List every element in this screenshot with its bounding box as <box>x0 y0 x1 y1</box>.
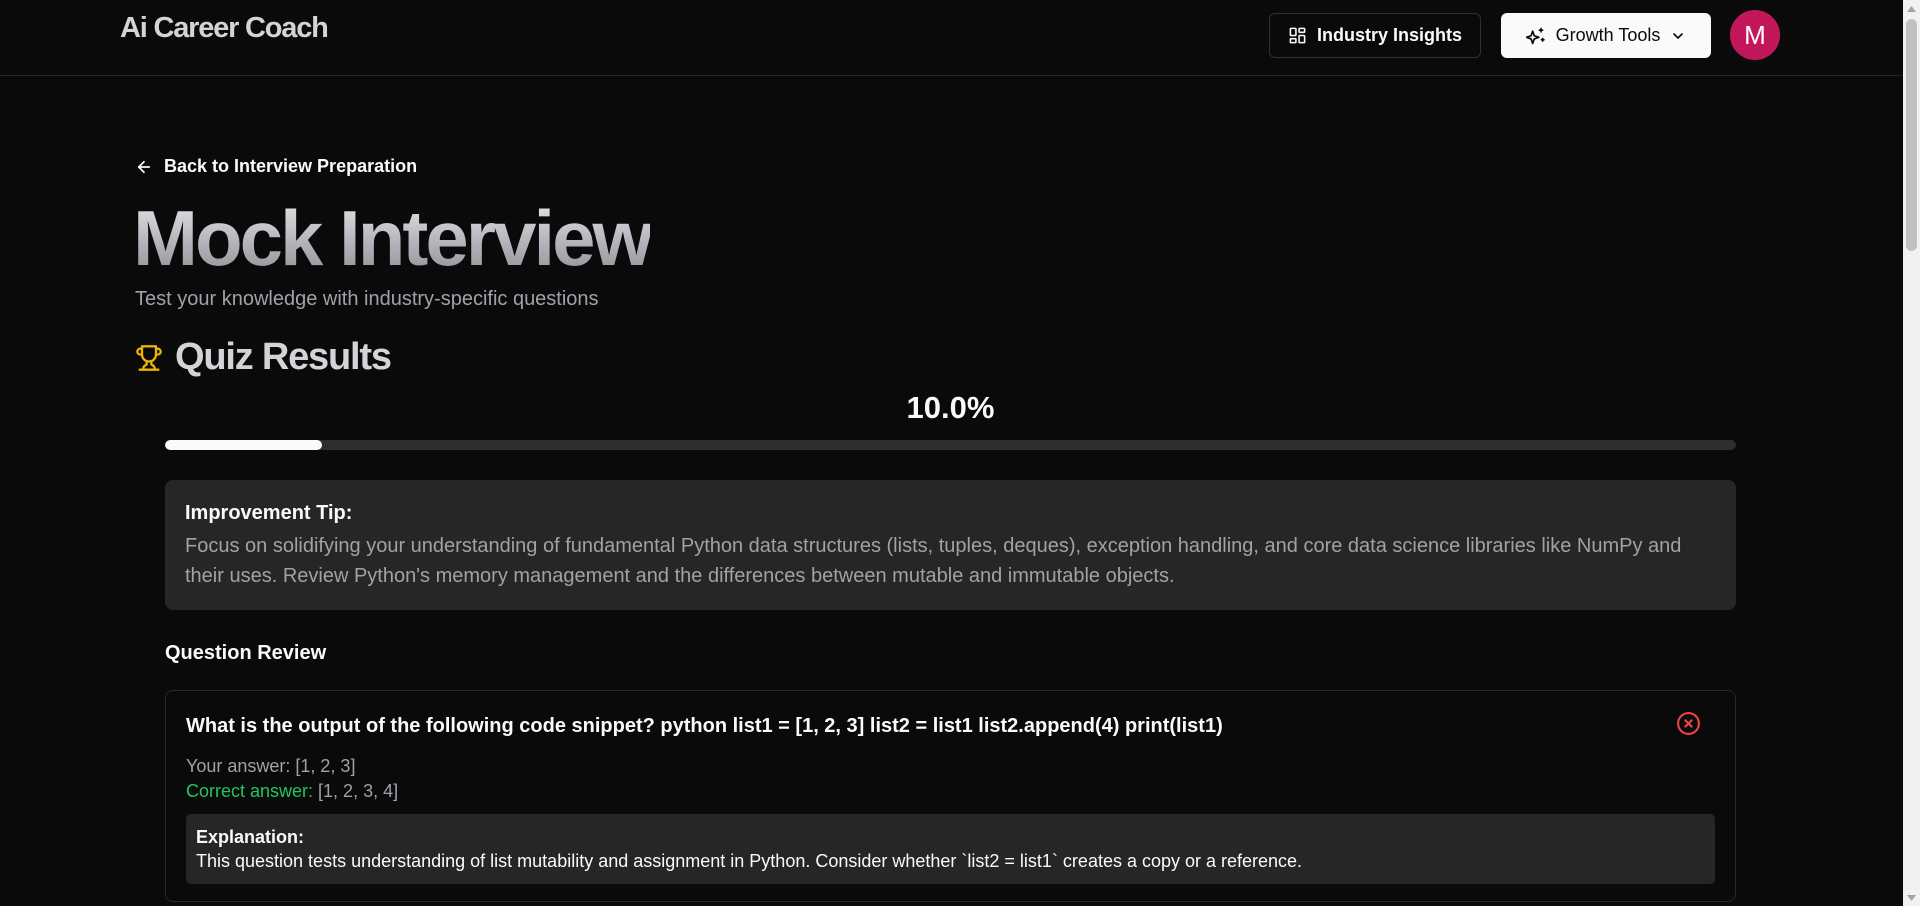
page-subtitle: Test your knowledge with industry-specif… <box>135 288 599 310</box>
quiz-results-title: Quiz Results <box>175 336 392 378</box>
score-percentage: 10.0% <box>906 390 995 425</box>
improvement-tip-body: Focus on solidifying your understanding … <box>185 535 1682 587</box>
your-answer-line: Your answer: [1, 2, 3] <box>186 754 1715 779</box>
correct-answer-label: Correct answer: <box>186 781 314 801</box>
explanation-title: Explanation: <box>196 827 305 847</box>
scroll-up-arrow-icon[interactable] <box>1903 0 1920 17</box>
question-review-heading: Question Review <box>165 642 327 664</box>
scrollbar-thumb[interactable] <box>1906 19 1917 251</box>
question-text: What is the output of the following code… <box>186 715 1223 737</box>
explanation-body: This question tests understanding of lis… <box>196 851 1303 871</box>
page-title: Mock Interview <box>133 194 653 282</box>
correct-answer-line: Correct answer: [1, 2, 3, 4] <box>186 779 1715 804</box>
user-avatar[interactable]: M <box>1730 10 1780 60</box>
question-review-card: What is the output of the following code… <box>165 690 1736 902</box>
app-viewport: Ai Career Coach Industry Insights Growth… <box>0 0 1903 906</box>
industry-insights-label: Industry Insights <box>1316 25 1462 45</box>
improvement-tip-card: Improvement Tip: Focus on solidifying yo… <box>165 480 1736 610</box>
chevron-down-icon <box>1670 28 1686 44</box>
your-answer-value: [1, 2, 3] <box>290 756 356 776</box>
growth-tools-label: Growth Tools <box>1555 25 1661 45</box>
quiz-results-heading: Quiz Results <box>135 336 392 379</box>
industry-insights-button[interactable]: Industry Insights <box>1269 13 1481 58</box>
app-logo[interactable]: Ai Career Coach <box>120 12 329 45</box>
back-to-interview-link[interactable]: Back to Interview Preparation <box>135 156 417 177</box>
trophy-icon <box>135 343 163 373</box>
arrow-left-icon <box>135 158 153 176</box>
page-scrollbar[interactable] <box>1903 0 1920 906</box>
answers-block: Your answer: [1, 2, 3] Correct answer: [… <box>186 754 1715 804</box>
x-circle-icon <box>1676 711 1701 736</box>
sparkles-icon <box>1525 26 1546 46</box>
dashboard-icon <box>1288 26 1307 45</box>
score-progress-fill <box>165 440 323 450</box>
improvement-tip-title: Improvement Tip: <box>185 502 353 524</box>
score-progress-bar <box>165 440 1736 450</box>
your-answer-label: Your answer: <box>186 756 291 776</box>
growth-tools-button[interactable]: Growth Tools <box>1501 13 1711 58</box>
scroll-down-arrow-icon[interactable] <box>1903 889 1920 906</box>
explanation-box: Explanation: This question tests underst… <box>186 814 1715 884</box>
correct-answer-value: [1, 2, 3, 4] <box>313 781 399 801</box>
back-link-label: Back to Interview Preparation <box>164 156 418 176</box>
top-header: Ai Career Coach Industry Insights Growth… <box>0 0 1903 76</box>
